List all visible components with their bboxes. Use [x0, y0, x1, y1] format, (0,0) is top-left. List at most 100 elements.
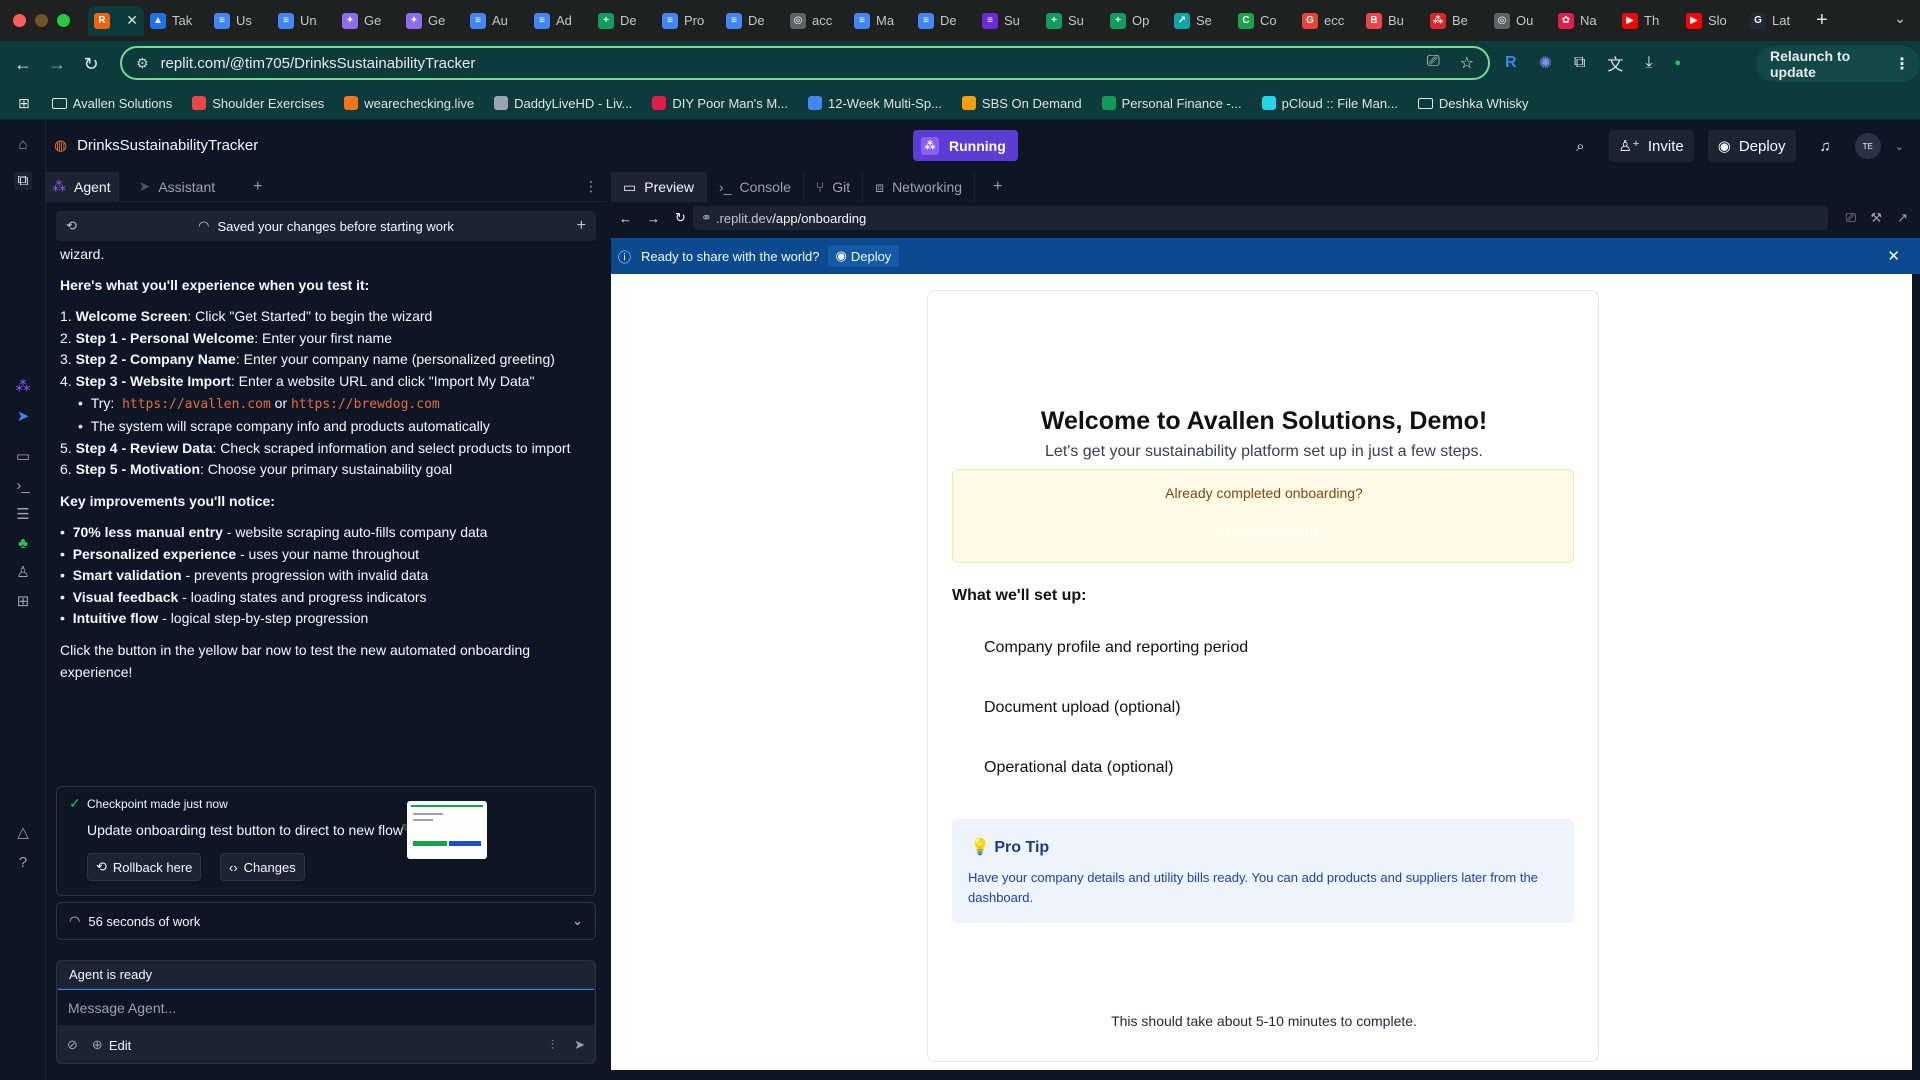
relaunch-to-update-button[interactable]: Relaunch to update ⋮	[1756, 46, 1920, 82]
browser-tab[interactable]: ▶ Th	[1616, 6, 1680, 36]
bookmark-item[interactable]: Personal Finance -...	[1101, 96, 1242, 111]
work-summary[interactable]: ◠ 56 seconds of work ⌄	[56, 902, 596, 940]
browser-tab[interactable]: ≡ Su	[976, 6, 1040, 36]
close-banner-icon[interactable]: ✕	[1887, 247, 1900, 265]
bookmark-item[interactable]: 12-Week Multi-Sp...	[808, 96, 942, 111]
browser-tab[interactable]: + De	[592, 6, 656, 36]
browser-tab[interactable]: ✦ Ge	[336, 6, 400, 36]
browser-tab[interactable]: ≡ De	[720, 6, 784, 36]
browser-tab[interactable]: ≡ Pro	[656, 6, 720, 36]
notifications-bell-icon[interactable]: ♫	[1820, 138, 1831, 155]
profile-dot-icon[interactable]: ●	[1675, 57, 1682, 69]
code-url[interactable]: https://avallen.com	[122, 397, 271, 412]
browser-tab[interactable]: G Lat	[1744, 6, 1808, 36]
agent-icon[interactable]: ⁂	[14, 378, 32, 396]
tab-assistant[interactable]: ➤ Assistant	[133, 172, 224, 202]
go-to-dashboard-button[interactable]: Go to Dashboard	[953, 522, 1575, 538]
message-agent-input[interactable]	[58, 989, 594, 1025]
browser-tab[interactable]: ✦ Ge	[400, 6, 464, 36]
expand-chevron-icon[interactable]: ⌄	[572, 913, 583, 929]
send-icon[interactable]: ➤	[574, 1037, 585, 1053]
browser-tab[interactable]: ≡ Un	[272, 6, 336, 36]
checkpoint-thumbnail[interactable]	[407, 801, 487, 859]
panel-menu-icon[interactable]: ⋮	[584, 178, 598, 195]
browser-tab[interactable]: ≡ Ma	[848, 6, 912, 36]
history-icon[interactable]: ⟲	[66, 218, 77, 234]
browser-tab[interactable]: + Op	[1104, 6, 1168, 36]
translate-icon[interactable]: 文	[1607, 51, 1623, 75]
project-name[interactable]: ◍ DrinksSustainabilityTracker	[54, 136, 258, 155]
browser-tab[interactable]: ≡ Ad	[528, 6, 592, 36]
user-icon[interactable]: ♙	[14, 564, 32, 582]
tab-console[interactable]: ›_ Console	[707, 172, 804, 202]
bookmark-item[interactable]: DaddyLiveHD - Liv...	[494, 96, 632, 111]
minimize-window-button[interactable]	[35, 14, 48, 27]
browser-tab[interactable]: ⁂ Be	[1424, 6, 1488, 36]
forward-arrow-icon[interactable]: →	[647, 211, 675, 226]
tab-search-chevron-icon[interactable]: ⌄	[1894, 10, 1906, 27]
new-tab-button[interactable]: +	[1816, 9, 1828, 32]
alerts-icon[interactable]: △	[14, 824, 32, 842]
back-arrow-icon[interactable]: ←	[619, 211, 647, 226]
settings-sliders-icon[interactable]: ⫶	[551, 1037, 554, 1053]
install-app-icon[interactable]: ⎚	[1427, 53, 1440, 73]
browser-tab[interactable]: ◎ Ou	[1488, 6, 1552, 36]
tab-git[interactable]: ⑂ Git	[804, 172, 864, 202]
bookmark-item[interactable]: SBS On Demand	[961, 96, 1082, 111]
avatar[interactable]: TE	[1854, 133, 1881, 159]
console-icon[interactable]: ›_	[14, 477, 32, 495]
changes-button[interactable]: ‹› Changes	[220, 853, 305, 881]
download-icon[interactable]: ⤓	[1645, 54, 1652, 72]
forward-arrow-icon[interactable]: →	[40, 54, 74, 75]
bookmark-item[interactable]: pCloud :: File Man...	[1261, 96, 1398, 111]
browser-tab[interactable]: C Co	[1232, 6, 1296, 36]
bookmark-item[interactable]: Avallen Solutions	[51, 96, 172, 111]
tab-networking[interactable]: ⧈ Networking	[863, 172, 976, 202]
browser-tab[interactable]: R ✕	[88, 5, 144, 36]
maximize-window-button[interactable]	[57, 14, 70, 27]
tab-agent[interactable]: ⁂ Agent	[46, 171, 119, 202]
database-icon[interactable]: ☰	[14, 506, 32, 524]
apps-grid-icon[interactable]: ⊞	[18, 95, 30, 112]
close-tab-icon[interactable]: ✕	[126, 12, 138, 29]
assistant-icon[interactable]: ➤	[14, 408, 32, 426]
browser-tab[interactable]: ✿ Na	[1552, 6, 1616, 36]
browser-tab[interactable]: Gecc	[1296, 6, 1360, 36]
rollback-button[interactable]: ⟲ Rollback here	[87, 853, 202, 881]
files-icon[interactable]: ⧉	[14, 172, 32, 190]
git-tree-icon[interactable]: ♣	[14, 535, 32, 553]
browser-tab[interactable]: ≡ Us	[208, 6, 272, 36]
browser-tab[interactable]: ▲ Tak	[144, 6, 208, 36]
home-icon[interactable]: ⌂	[14, 136, 32, 154]
kebab-menu-icon[interactable]: ⋮	[1894, 54, 1910, 74]
extension-gear-icon[interactable]: ✺	[1539, 53, 1552, 73]
code-url[interactable]: https://brewdog.com	[291, 397, 440, 412]
address-bar[interactable]: ⚙ replit.com/@tim705/DrinksSustainabilit…	[120, 46, 1490, 80]
deploy-button[interactable]: ◉ Deploy	[1707, 130, 1796, 162]
run-status-button[interactable]: ⁂ Running	[913, 130, 1018, 161]
bookmark-item[interactable]: Shoulder Exercises	[192, 96, 324, 111]
search-icon[interactable]: ⌕	[1576, 138, 1584, 155]
all-tools-icon[interactable]: ⊞	[14, 593, 32, 611]
edit-mode-button[interactable]: ⊕ Edit	[92, 1037, 131, 1053]
preview-url-bar[interactable]: ⚭ .replit.dev/app/onboarding	[693, 206, 1828, 230]
banner-deploy-button[interactable]: ◉ Deploy	[827, 245, 900, 267]
reload-icon[interactable]: ↻	[74, 54, 108, 75]
open-external-icon[interactable]: ↗	[1897, 210, 1908, 226]
browser-tab[interactable]: B Bu	[1360, 6, 1424, 36]
extensions-puzzle-icon[interactable]: ⧉	[1574, 54, 1585, 72]
browser-tab[interactable]: ≡ De	[912, 6, 976, 36]
back-arrow-icon[interactable]: ←	[6, 54, 40, 75]
browser-tab[interactable]: ▶ Slo	[1680, 6, 1744, 36]
devtools-wrench-icon[interactable]: ⚒	[1870, 210, 1882, 226]
add-tab-icon[interactable]: +	[253, 178, 262, 196]
bookmark-item[interactable]: Deshka Whisky	[1417, 96, 1529, 111]
site-settings-icon[interactable]: ⚙	[136, 55, 149, 72]
browser-tab[interactable]: ◎ acc	[784, 6, 848, 36]
browser-tab[interactable]: + Su	[1040, 6, 1104, 36]
preview-monitor-icon[interactable]: ▭	[14, 448, 32, 466]
close-window-button[interactable]	[13, 14, 26, 27]
attach-paperclip-icon[interactable]: ⊘	[67, 1037, 78, 1053]
tab-preview[interactable]: ▭ Preview	[611, 172, 708, 202]
invite-button[interactable]: ♙⁺ Invite	[1608, 130, 1694, 162]
